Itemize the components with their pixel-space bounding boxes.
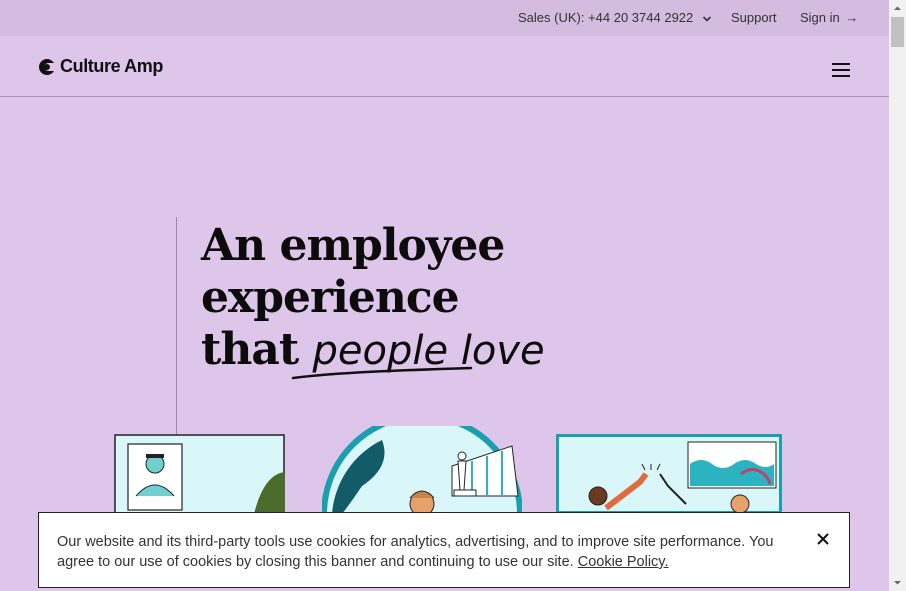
- scrollbar-thumb[interactable]: [891, 17, 904, 47]
- sign-in-label: Sign in: [800, 10, 840, 25]
- close-icon[interactable]: [815, 531, 831, 547]
- circle-window-illustration: [322, 426, 522, 516]
- script-underline: [291, 366, 473, 380]
- arrow-right-icon: →: [845, 10, 859, 25]
- logo-mark-icon: [39, 58, 56, 75]
- logo-text: Culture Amp: [60, 56, 163, 76]
- sales-phone-dropdown[interactable]: Sales (UK): +44 20 3744 2922: [518, 10, 712, 25]
- portrait-illustration: [114, 434, 285, 514]
- scroll-up-arrow-icon[interactable]: [889, 0, 906, 17]
- vertical-scrollbar[interactable]: [889, 0, 906, 591]
- hero-heading: An employee experience that people love: [201, 220, 545, 377]
- scroll-down-arrow-icon[interactable]: [889, 574, 906, 591]
- sales-phone-label: Sales (UK): +44 20 3744 2922: [518, 10, 694, 25]
- hero-line-2: experience: [201, 272, 460, 323]
- sign-in-link[interactable]: Sign in →: [800, 10, 858, 25]
- cookie-banner: Our website and its third-party tools us…: [38, 512, 850, 588]
- culture-amp-logo[interactable]: Culture Amp: [38, 56, 163, 77]
- hero-line-1: An employee: [201, 220, 505, 271]
- cookie-message: Our website and its third-party tools us…: [57, 532, 797, 572]
- cookie-policy-link[interactable]: Cookie Policy.: [578, 554, 669, 570]
- utility-bar: Sales (UK): +44 20 3744 2922 Support Sig…: [0, 0, 889, 36]
- hamburger-menu-icon[interactable]: [832, 63, 850, 77]
- main-header: Culture Amp: [0, 36, 889, 97]
- support-link[interactable]: Support: [731, 10, 777, 25]
- chevron-down-icon: [702, 15, 711, 22]
- high-five-illustration: [556, 434, 782, 514]
